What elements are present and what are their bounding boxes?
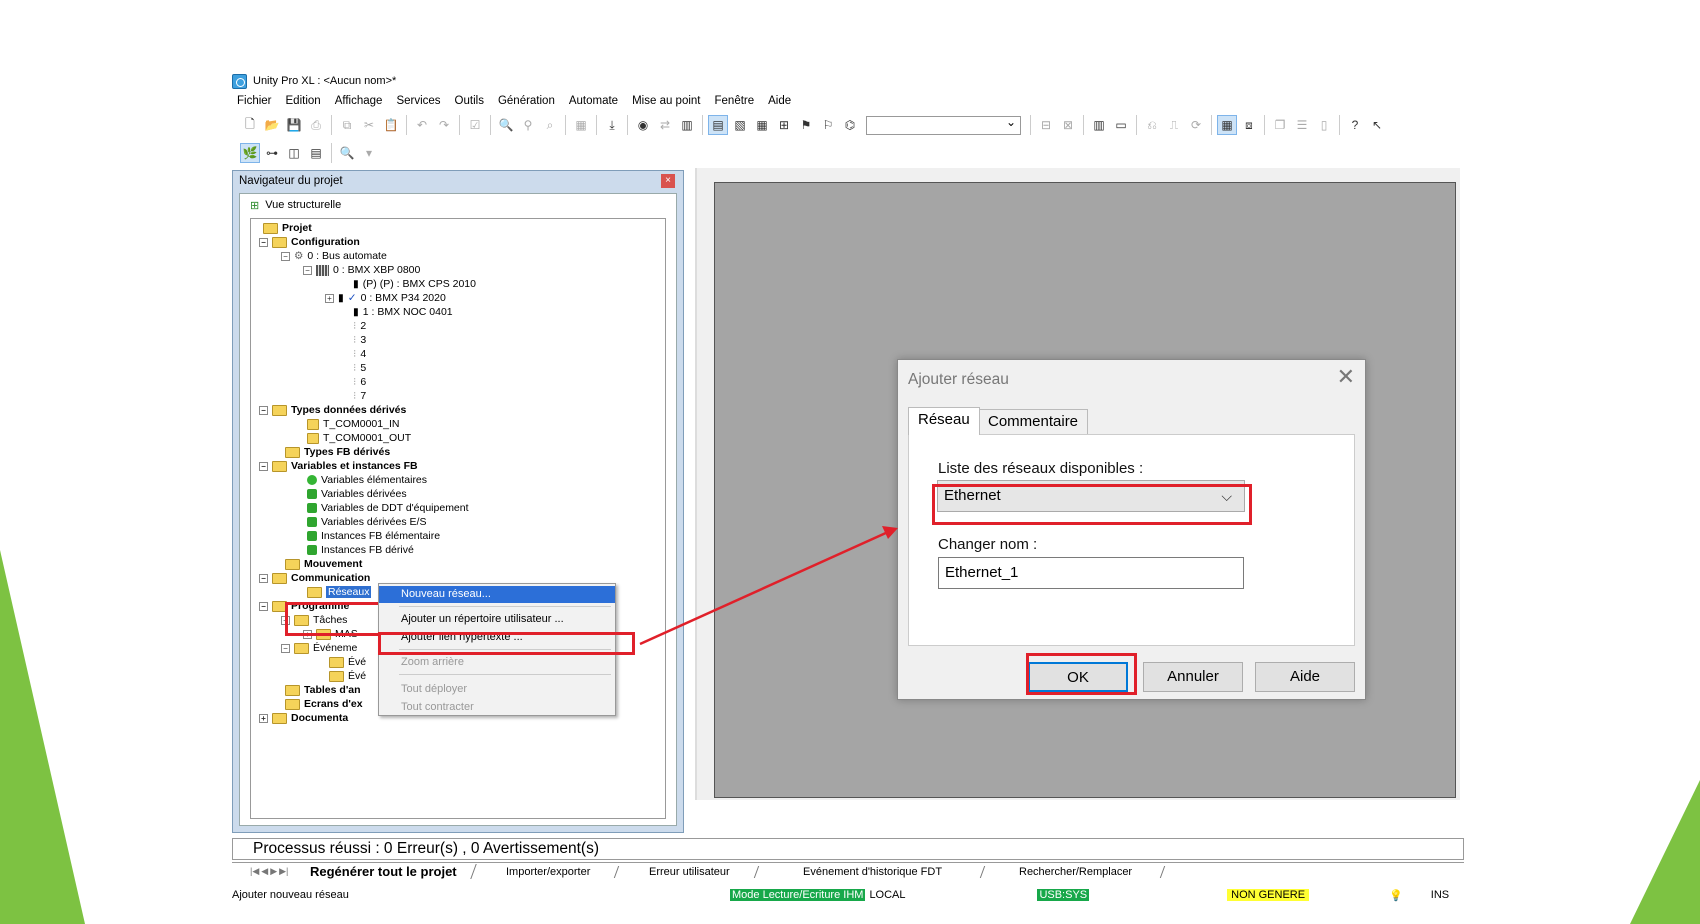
first-tab-icon[interactable]: |◀	[250, 866, 259, 877]
status-mode: Mode Lecture/Ecriture IHM	[730, 889, 866, 901]
tab-importer[interactable]: Importer/exporter	[477, 865, 620, 878]
tab-historique[interactable]: Evénement d'historique FDT	[760, 865, 986, 878]
status-ins: INS	[1430, 889, 1450, 901]
next-tab-icon[interactable]: ▶	[270, 866, 277, 877]
tab-regenerer[interactable]: Regénérer tout le projet	[291, 864, 477, 879]
tab-nav-buttons: |◀ ◀ ▶ ▶|	[232, 866, 288, 877]
arrow-line	[639, 530, 889, 646]
status-local: LOCAL	[869, 889, 906, 901]
last-tab-icon[interactable]: ▶|	[279, 866, 288, 877]
output-tabs: |◀ ◀ ▶ ▶| Regénérer tout le projet Impor…	[232, 862, 1464, 880]
status-usb: USB:SYS	[1037, 889, 1090, 901]
tab-reseau[interactable]: Réseau	[908, 407, 980, 435]
status-hint: Ajouter nouveau réseau	[232, 889, 349, 901]
tab-erreur[interactable]: Erreur utilisateur	[621, 865, 760, 878]
prev-tab-icon[interactable]: ◀	[261, 866, 268, 877]
status-generation: NON GENERE	[1227, 889, 1310, 901]
output-message: Processus réussi : 0 Erreur(s) , 0 Avert…	[232, 838, 1464, 860]
tab-rechercher[interactable]: Rechercher/Remplacer	[986, 865, 1166, 878]
slide: Unity Pro XL : <Aucun nom>* Fichier Edit…	[0, 0, 1700, 924]
annotation-arrow	[639, 526, 898, 646]
lightbulb-icon: 💡	[1389, 889, 1403, 902]
status-bar: Ajouter nouveau réseau Mode Lecture/Ecri…	[232, 886, 1464, 904]
